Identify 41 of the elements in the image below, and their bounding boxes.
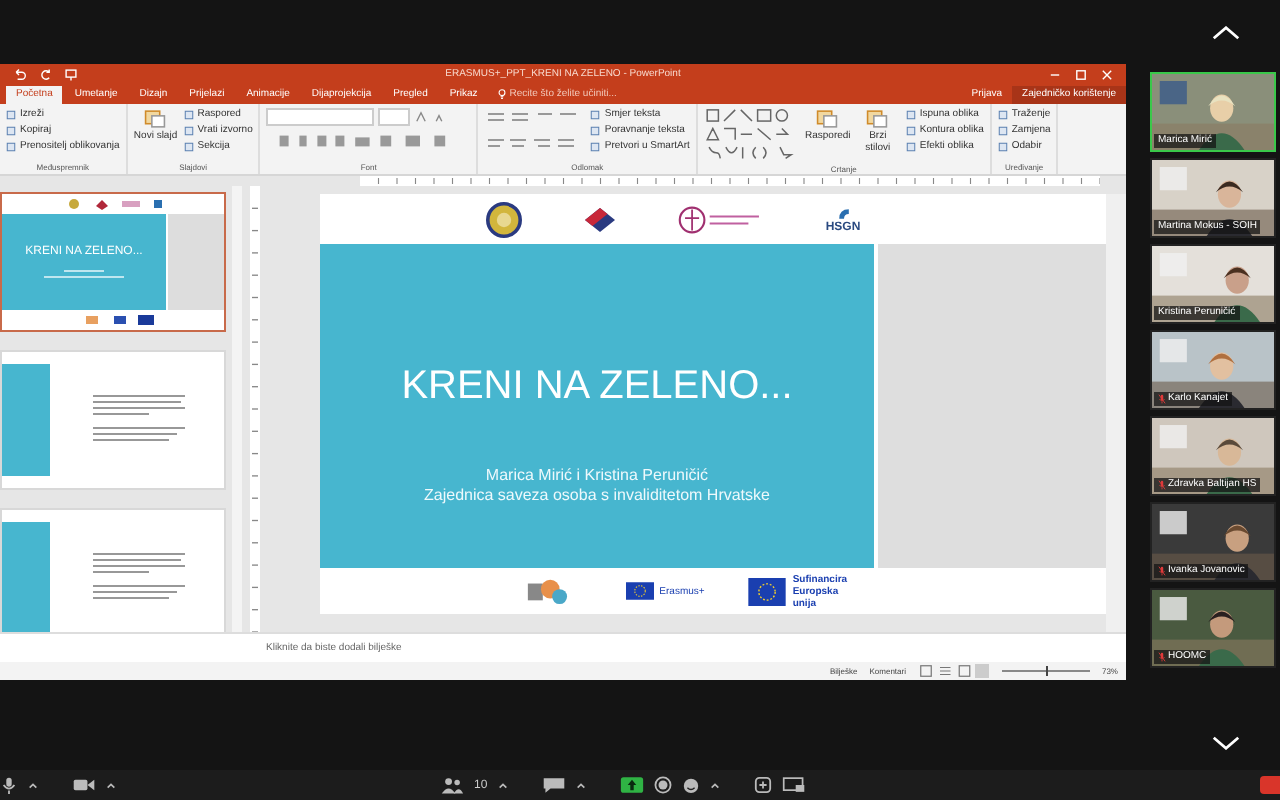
caret-icon[interactable]	[575, 781, 586, 789]
slide-title-block	[2, 364, 50, 476]
slide-title: KRENI NA ZELENO...	[401, 364, 793, 410]
caret-icon[interactable]	[709, 781, 720, 789]
close-icon[interactable]	[1100, 67, 1114, 81]
record-icon[interactable]	[653, 776, 672, 794]
grow-font-icon[interactable]	[414, 110, 429, 124]
slide-subtitle: Zajednica saveza osoba s invaliditetom Hrvatske	[424, 486, 770, 504]
chevron-up-icon[interactable]	[1212, 25, 1240, 39]
seal-logo-icon	[485, 201, 522, 237]
chevron-down-icon[interactable]	[1212, 735, 1240, 749]
slide-thumbnail[interactable]	[0, 508, 226, 632]
eu-flag-icon	[748, 577, 787, 605]
maximize-icon[interactable]	[1074, 67, 1088, 81]
caret-icon[interactable]	[106, 781, 116, 789]
lightbulb-icon	[497, 88, 506, 100]
chat-icon[interactable]	[541, 776, 566, 794]
eu-flag-icon	[625, 582, 654, 600]
blank-area	[168, 214, 224, 310]
whiteboard-icon[interactable]	[781, 776, 806, 794]
scroll-bar[interactable]	[1106, 194, 1126, 632]
smiley-icon[interactable]	[681, 776, 700, 794]
apps-icon[interactable]	[753, 776, 772, 794]
redo-icon[interactable]	[38, 67, 52, 81]
start-slideshow-icon[interactable]	[64, 67, 78, 81]
shrink-font-icon[interactable]	[432, 110, 447, 124]
font-name-field[interactable]	[266, 108, 375, 126]
view-buttons-drawing[interactable]	[917, 664, 990, 678]
slide-title-block	[2, 522, 50, 632]
font-size-field[interactable]	[378, 108, 411, 126]
slide-subtitle: Marica Mirić i Kristina Peruničić	[485, 466, 709, 484]
participants-icon[interactable]	[440, 776, 464, 794]
scroll-bar[interactable]	[232, 186, 242, 632]
microphone-icon[interactable]	[0, 776, 18, 794]
caret-icon[interactable]	[28, 781, 38, 789]
wave-logo-icon	[835, 205, 851, 221]
caret-icon[interactable]	[497, 781, 508, 789]
share-screen-icon[interactable]	[619, 776, 644, 794]
slide-thumbnail[interactable]	[0, 350, 226, 490]
undo-icon[interactable]	[12, 67, 26, 81]
camera-icon[interactable]	[72, 776, 96, 794]
